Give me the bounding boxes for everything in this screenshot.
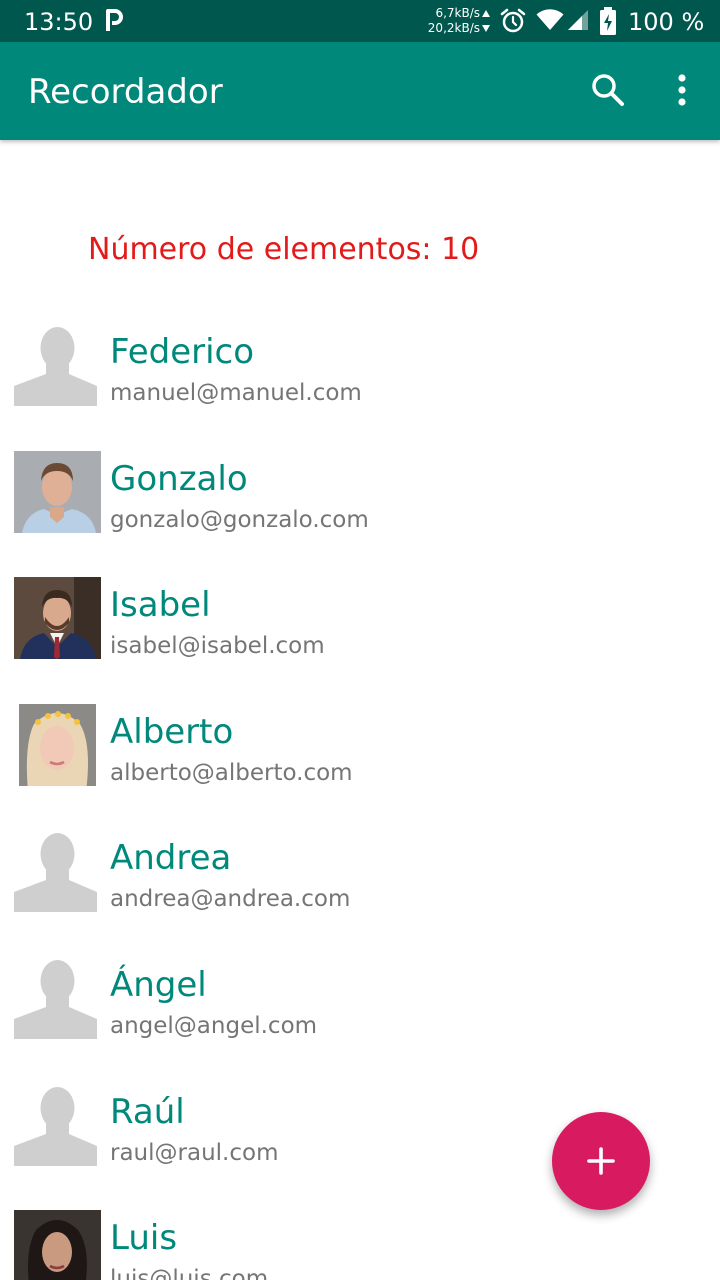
placeholder-avatar xyxy=(14,959,97,1039)
search-icon xyxy=(592,74,624,106)
contact-email: andrea@andrea.com xyxy=(110,886,351,913)
contact-photo xyxy=(14,450,101,533)
contact-row[interactable]: Federico manuel@manuel.com xyxy=(0,314,720,441)
status-time: 13:50 xyxy=(24,8,94,36)
contact-name: Alberto xyxy=(110,711,234,752)
contact-name: Gonzalo xyxy=(110,458,248,499)
contact-row[interactable]: Gonzalo gonzalo@gonzalo.com xyxy=(0,441,720,568)
status-bar: 13:50 6,7kB/s 20,2kB/s 100 % xyxy=(0,0,720,42)
contact-name: Raúl xyxy=(110,1091,185,1132)
contact-email: alberto@alberto.com xyxy=(110,759,353,786)
contact-name: Andrea xyxy=(110,838,232,879)
contact-row[interactable]: Alberto alberto@alberto.com xyxy=(0,694,720,821)
contact-name: Isabel xyxy=(110,585,211,626)
wifi-icon xyxy=(536,9,564,30)
contact-email: luis@luis.com xyxy=(110,1266,269,1280)
contact-email: raul@raul.com xyxy=(110,1139,279,1166)
placeholder-avatar xyxy=(14,327,97,406)
network-upload-speed: 6,7kB/s xyxy=(435,6,480,20)
battery-charging-icon xyxy=(600,7,616,35)
contact-photo xyxy=(19,703,96,786)
more-options-button[interactable] xyxy=(664,68,700,112)
battery-percentage: 100 % xyxy=(628,8,705,36)
contact-row[interactable]: Luis luis@luis.com xyxy=(0,1200,720,1280)
contact-name: Ángel xyxy=(110,964,207,1005)
plus-icon xyxy=(587,1147,615,1175)
contact-email: manuel@manuel.com xyxy=(110,380,362,406)
contact-email: gonzalo@gonzalo.com xyxy=(110,506,369,533)
contact-email: isabel@isabel.com xyxy=(110,633,325,660)
contact-row[interactable]: Isabel isabel@isabel.com xyxy=(0,567,720,694)
search-button[interactable] xyxy=(586,68,630,112)
app-bar: Recordador xyxy=(0,42,720,140)
placeholder-avatar xyxy=(14,1086,97,1166)
element-count-label: Número de elementos: 10 xyxy=(88,232,480,267)
app-title: Recordador xyxy=(28,72,223,112)
contact-photo xyxy=(14,1210,101,1280)
add-contact-button[interactable] xyxy=(552,1112,650,1210)
contact-photo xyxy=(14,577,101,660)
contact-name: Luis xyxy=(110,1218,178,1259)
network-download-speed: 20,2kB/s xyxy=(427,21,480,35)
network-arrows-icon xyxy=(482,10,490,32)
network-speed: 6,7kB/s 20,2kB/s xyxy=(424,6,480,36)
more-vert-icon xyxy=(678,74,686,106)
p-icon xyxy=(106,9,123,31)
contact-email: angel@angel.com xyxy=(110,1012,318,1039)
contact-name: Federico xyxy=(110,332,255,372)
contact-row[interactable]: Ángel angel@angel.com xyxy=(0,947,720,1074)
contact-row[interactable]: Andrea andrea@andrea.com xyxy=(0,820,720,947)
alarm-icon xyxy=(500,8,526,33)
signal-icon xyxy=(568,10,588,30)
placeholder-avatar xyxy=(14,833,97,913)
